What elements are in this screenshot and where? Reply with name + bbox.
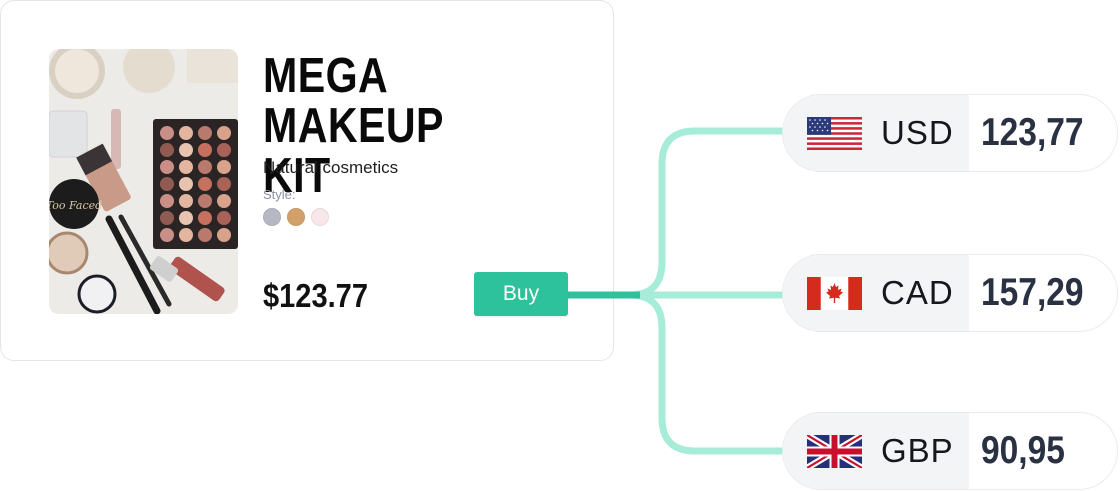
swatch-grey[interactable] bbox=[263, 208, 281, 226]
svg-text:Too Faced: Too Faced bbox=[49, 199, 102, 212]
currency-code: USD bbox=[881, 114, 954, 151]
style-label: Style: bbox=[263, 187, 296, 202]
swatch-gold[interactable] bbox=[287, 208, 305, 226]
currency-row-gbp[interactable]: GBP 90,95 bbox=[782, 412, 1118, 490]
currency-row-cad[interactable]: CAD 157,29 bbox=[782, 254, 1118, 332]
uk-flag-icon bbox=[807, 434, 862, 468]
product-price: $123.77 bbox=[263, 277, 368, 314]
currency-value: 90,95 bbox=[969, 413, 1117, 489]
style-swatches bbox=[263, 208, 329, 226]
currency-value-text: 157,29 bbox=[981, 271, 1084, 314]
product-image: Too Faced bbox=[49, 49, 238, 314]
canada-flag-icon bbox=[807, 276, 862, 310]
currency-left: GBP bbox=[783, 413, 969, 489]
currency-value-text: 90,95 bbox=[981, 429, 1065, 472]
currency-row-usd[interactable]: USD 123,77 bbox=[782, 94, 1118, 172]
currency-value-text: 123,77 bbox=[981, 111, 1084, 154]
us-flag-icon bbox=[807, 116, 862, 150]
buy-button[interactable]: Buy bbox=[474, 272, 568, 316]
makeup-kit-photo-icon: Too Faced bbox=[49, 49, 238, 314]
product-title: MEGA MAKEUP KIT bbox=[263, 49, 444, 203]
currency-value: 157,29 bbox=[969, 255, 1117, 331]
swatch-pink[interactable] bbox=[311, 208, 329, 226]
currency-value: 123,77 bbox=[969, 95, 1117, 171]
currency-left: USD bbox=[783, 95, 969, 171]
currency-code: CAD bbox=[881, 274, 954, 311]
product-subtitle: Natural cosmetics bbox=[263, 158, 399, 177]
currency-code: GBP bbox=[881, 432, 954, 469]
currency-left: CAD bbox=[783, 255, 969, 331]
